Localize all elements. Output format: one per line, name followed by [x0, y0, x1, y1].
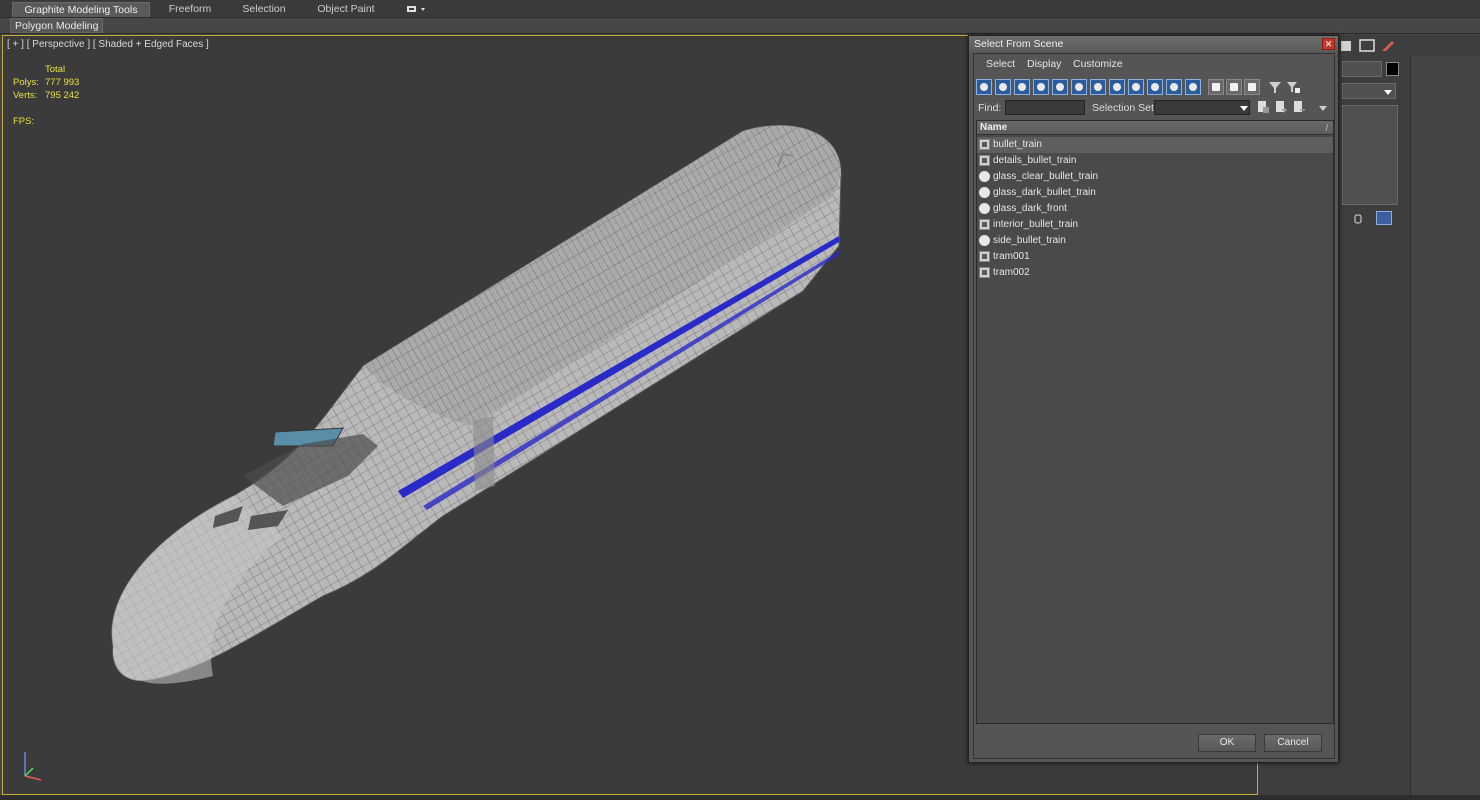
- display-xrefs-icon[interactable]: [1109, 79, 1125, 95]
- ok-button[interactable]: OK: [1198, 734, 1256, 752]
- ribbon-options-dropdown[interactable]: [405, 3, 427, 15]
- modifier-list-dropdown[interactable]: [1342, 83, 1396, 99]
- filter-icon[interactable]: [1268, 80, 1282, 94]
- selection-set-label: Selection Set:: [1092, 102, 1157, 114]
- display-containers-icon[interactable]: [1147, 79, 1163, 95]
- display-shapes-icon[interactable]: [995, 79, 1011, 95]
- sphere-icon: [979, 235, 990, 246]
- list-item-label: glass_dark_bullet_train: [993, 187, 1096, 198]
- menu-select[interactable]: Select: [986, 58, 1015, 70]
- list-item[interactable]: interior_bullet_train: [977, 217, 1333, 233]
- scene-object-list[interactable]: Name / bullet_train details_bullet_train…: [976, 120, 1334, 724]
- ribbon-tab-bar: Graphite Modeling Tools Freeform Selecti…: [0, 0, 1480, 18]
- object-icon: [979, 251, 990, 262]
- chevron-down-icon: [1384, 90, 1392, 95]
- list-item-label: bullet_train: [993, 139, 1042, 150]
- display-space-warps-icon[interactable]: [1071, 79, 1087, 95]
- chevron-down-icon: [1240, 106, 1248, 111]
- display-groups-icon[interactable]: [1090, 79, 1106, 95]
- display-bones-icon[interactable]: [1128, 79, 1144, 95]
- list-item[interactable]: tram002: [977, 265, 1333, 281]
- list-item[interactable]: side_bullet_train: [977, 233, 1333, 249]
- command-panel-name-field[interactable]: [1342, 61, 1382, 77]
- command-panel-tabs: [1338, 38, 1398, 54]
- name-column-header[interactable]: Name /: [977, 121, 1333, 135]
- close-button[interactable]: ✕: [1322, 38, 1335, 50]
- list-item[interactable]: glass_clear_bullet_train: [977, 169, 1333, 185]
- list-item-label: glass_dark_front: [993, 203, 1067, 214]
- close-icon: ✕: [1324, 39, 1333, 49]
- find-row: Find: Selection Set:: [976, 99, 1334, 117]
- display-none-icon[interactable]: [1226, 79, 1242, 95]
- find-input[interactable]: [1005, 100, 1085, 115]
- modifier-stack[interactable]: [1342, 105, 1398, 205]
- name-column-label: Name: [980, 122, 1008, 133]
- ribbon-panel-bar: Polygon Modeling: [0, 18, 1480, 34]
- dialog-footer: OK Cancel: [976, 727, 1334, 758]
- sphere-icon: [979, 203, 990, 214]
- ribbon-options-icon: [407, 6, 425, 12]
- list-item-label: tram001: [993, 251, 1030, 262]
- list-item[interactable]: tram001: [977, 249, 1333, 265]
- pin-stack-icon[interactable]: [1352, 213, 1364, 225]
- status-bar: [0, 795, 1480, 800]
- create-selection-set-icon[interactable]: [1256, 100, 1270, 114]
- tab-graphite-modeling-tools[interactable]: Graphite Modeling Tools: [12, 2, 150, 17]
- polygon-modeling-panel[interactable]: Polygon Modeling: [10, 18, 104, 33]
- display-geometry-icon[interactable]: [976, 79, 992, 95]
- dialog-body: Select Display Customize Find: Selection…: [973, 53, 1335, 759]
- axis-gizmo-icon: [24, 752, 42, 781]
- configure-modifier-sets-icon[interactable]: [1376, 211, 1392, 225]
- find-label: Find:: [978, 102, 1002, 114]
- list-item-label: interior_bullet_train: [993, 219, 1079, 230]
- list-item[interactable]: glass_dark_front: [977, 201, 1333, 217]
- selection-set-dropdown[interactable]: [1154, 100, 1250, 115]
- list-item[interactable]: details_bullet_train: [977, 153, 1333, 169]
- sphere-icon: [979, 171, 990, 182]
- utilities-tab-icon: [1382, 41, 1394, 51]
- hierarchy-tab-icon: [1341, 41, 1351, 51]
- list-item[interactable]: bullet_train: [977, 137, 1333, 153]
- list-item-label: tram002: [993, 267, 1030, 278]
- tab-freeform[interactable]: Freeform: [160, 2, 220, 17]
- select-from-scene-dialog: Select From Scene ✕ Select Display Custo…: [968, 35, 1339, 763]
- list-item-label: glass_clear_bullet_train: [993, 171, 1099, 182]
- tab-object-paint[interactable]: Object Paint: [310, 2, 382, 17]
- object-color-swatch[interactable]: [1386, 62, 1399, 76]
- menu-display[interactable]: Display: [1027, 58, 1061, 70]
- sphere-icon: [979, 187, 990, 198]
- object-icon: [979, 219, 990, 230]
- tab-selection[interactable]: Selection: [234, 2, 294, 17]
- dialog-menubar: Select Display Customize: [974, 54, 1334, 75]
- filter-options-icon[interactable]: [1286, 80, 1300, 94]
- list-item[interactable]: glass_dark_bullet_train: [977, 185, 1333, 201]
- dialog-title: Select From Scene: [969, 36, 1338, 52]
- display-filter-toolbar: [976, 79, 1334, 97]
- object-icon: [979, 139, 990, 150]
- options-dropdown-icon[interactable]: [1318, 103, 1328, 113]
- display-invert-icon[interactable]: [1244, 79, 1260, 95]
- list-item-label: details_bullet_train: [993, 155, 1077, 166]
- display-lights-icon[interactable]: [1014, 79, 1030, 95]
- object-icon: [979, 267, 990, 278]
- display-cameras-icon[interactable]: [1033, 79, 1049, 95]
- menu-customize[interactable]: Customize: [1073, 58, 1123, 70]
- sort-indicator-icon: /: [1325, 123, 1328, 133]
- display-all-icon[interactable]: [1208, 79, 1224, 95]
- cancel-button[interactable]: Cancel: [1264, 734, 1322, 752]
- display-frozen-icon[interactable]: [1166, 79, 1182, 95]
- list-item-label: side_bullet_train: [993, 235, 1066, 246]
- display-hidden-icon[interactable]: [1185, 79, 1201, 95]
- display-helpers-icon[interactable]: [1052, 79, 1068, 95]
- command-panel-side: [1410, 56, 1480, 800]
- object-icon: [979, 155, 990, 166]
- remove-from-selection-set-icon[interactable]: [1292, 100, 1306, 114]
- add-to-selection-set-icon[interactable]: [1274, 100, 1288, 114]
- display-tab-icon: [1359, 39, 1375, 52]
